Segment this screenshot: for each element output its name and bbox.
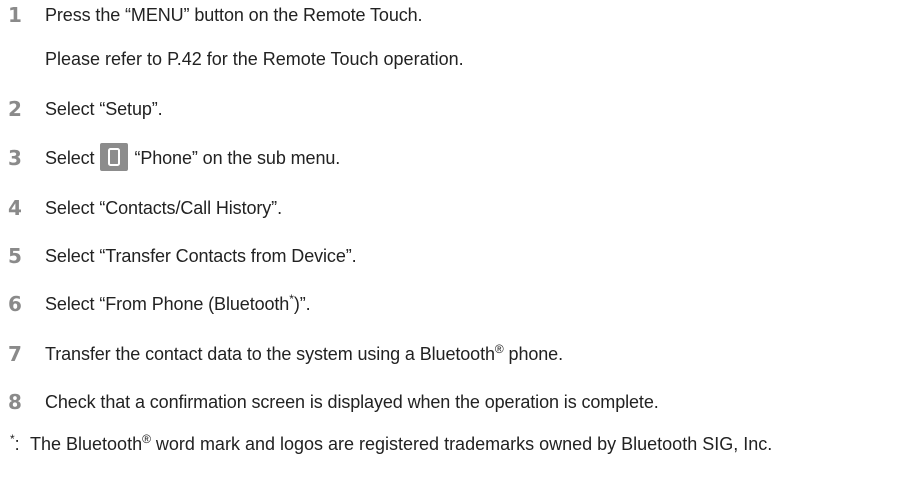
step-text-before: Select <box>45 147 95 168</box>
footnote-marker: *: <box>10 430 20 458</box>
step-number: 2 <box>8 97 22 121</box>
footnote-colon: : <box>14 434 20 454</box>
step-text: Press the “MENU” button on the Remote To… <box>45 5 423 25</box>
step-text: Select “Phone” on the sub menu. <box>45 143 340 173</box>
step-text: Select “Contacts/Call History”. <box>45 198 282 218</box>
step-note-text: Please refer to P.42 for the Remote Touc… <box>45 49 464 69</box>
footnote: *: The Bluetooth® word mark and logos ar… <box>10 430 890 458</box>
step-text: Check that a confirmation screen is disp… <box>45 392 659 412</box>
step-text: Select “From Phone (Bluetooth*)”. <box>45 289 311 319</box>
footnote-text: The Bluetooth® word mark and logos are r… <box>10 430 890 458</box>
registered-mark: ® <box>494 342 504 356</box>
step-number: 6 <box>8 292 22 316</box>
step-text-before: Transfer the contact data to the system … <box>45 344 495 364</box>
step-text-after: “Phone” on the sub menu. <box>134 147 341 168</box>
step-number: 4 <box>8 196 22 220</box>
step-number: 3 <box>8 146 22 170</box>
step-text-before: Select “From Phone (Bluetooth <box>45 294 290 314</box>
step-number: 5 <box>8 244 22 268</box>
registered-mark: ® <box>142 432 151 446</box>
step-text-after: )”. <box>293 294 311 314</box>
step-text: Select “Transfer Contacts from Device”. <box>45 246 357 266</box>
step-number: 7 <box>8 342 22 366</box>
step-text: Select “Setup”. <box>45 99 163 119</box>
phone-icon <box>100 143 129 172</box>
footnote-text-after: word mark and logos are registered trade… <box>150 434 773 454</box>
footnote-text-before: The Bluetooth <box>30 434 143 454</box>
step-text-after: phone. <box>503 344 564 364</box>
step-number: 8 <box>8 390 22 414</box>
step-text: Transfer the contact data to the system … <box>45 339 563 369</box>
step-number: 1 <box>8 3 22 27</box>
